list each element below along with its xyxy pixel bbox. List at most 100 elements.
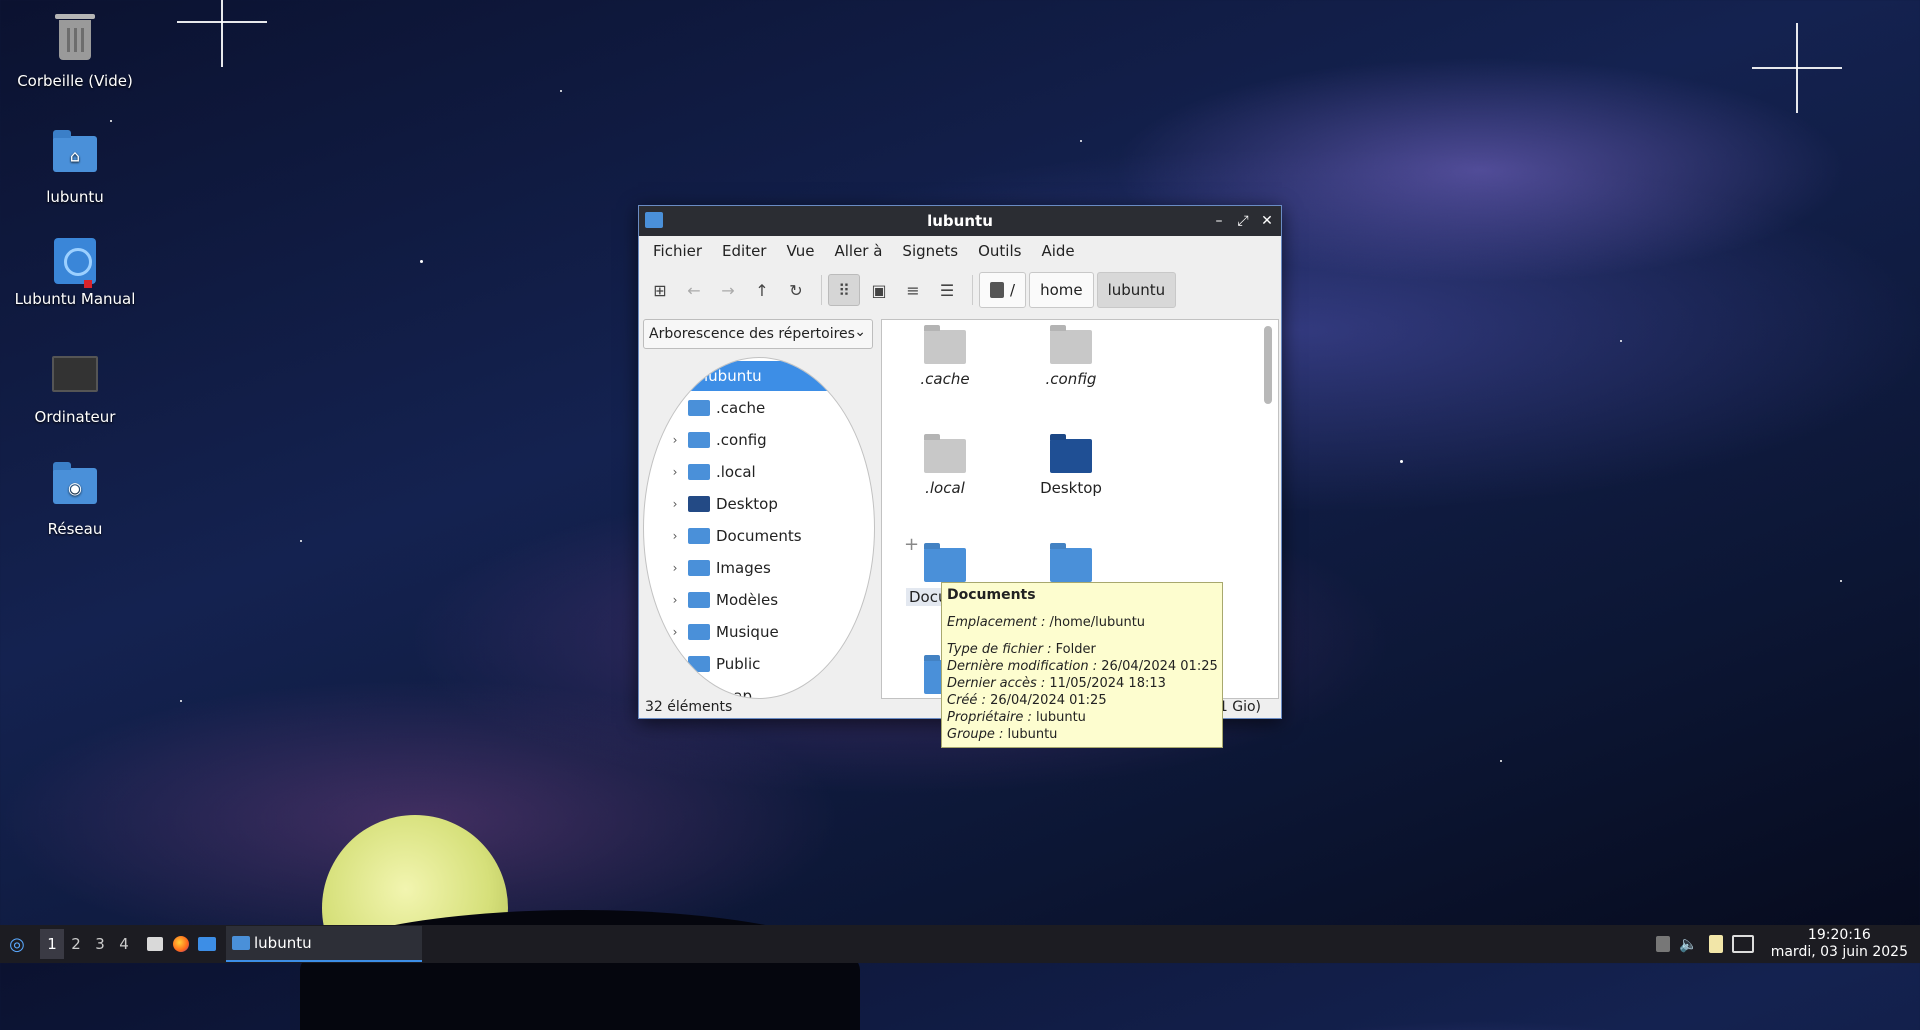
menu-editer[interactable]: Editer (712, 242, 776, 260)
taskbar: ◎ 1 2 3 4 lubuntu 🔈 19:20:16 mardi, 03 j… (0, 925, 1920, 963)
back-icon[interactable]: ← (679, 275, 709, 305)
workspace-4[interactable]: 4 (112, 929, 136, 959)
expand-icon[interactable]: › (668, 561, 682, 575)
tree-item-config[interactable]: › .config (644, 424, 874, 456)
tree-scrollbar[interactable] (864, 364, 870, 448)
expand-icon[interactable]: › (668, 401, 682, 415)
tree-item-musique[interactable]: › Musique (644, 616, 874, 648)
tree-item-desktop[interactable]: › Desktop (644, 488, 874, 520)
breadcrumb-lubuntu[interactable]: lubuntu (1096, 272, 1177, 308)
compact-view-icon[interactable]: ≡ (898, 275, 928, 305)
desktop-icon-label: Lubuntu Manual (14, 290, 136, 308)
network-icon[interactable] (1729, 929, 1757, 959)
desktop-folder-icon (1050, 439, 1092, 473)
tooltip-value: 11/05/2024 18:13 (1045, 676, 1166, 691)
expand-icon[interactable]: › (668, 625, 682, 639)
taskbar-window-button[interactable]: lubuntu (226, 926, 422, 962)
menu-vue[interactable]: Vue (776, 242, 824, 260)
expand-icon[interactable]: › (668, 593, 682, 607)
show-desktop-icon[interactable] (194, 929, 220, 959)
menu-signets[interactable]: Signets (892, 242, 968, 260)
file-item-config[interactable]: .config (1016, 330, 1126, 388)
breadcrumb-home[interactable]: home (1029, 272, 1094, 308)
tree-item-cache[interactable]: › .cache (644, 392, 874, 424)
menu-aller[interactable]: Aller à (824, 242, 892, 260)
tree-item-documents[interactable]: › Documents (644, 520, 874, 552)
desktop-icon-label: Réseau (47, 520, 103, 538)
tree-item-lubuntu[interactable]: ⌄ lubuntu (644, 360, 874, 392)
file-manager-launcher-icon[interactable] (142, 929, 168, 959)
volume-icon[interactable]: 🔈 (1675, 929, 1703, 959)
documents-folder-icon (688, 528, 710, 544)
tree-item-selected[interactable]: lubuntu (676, 361, 862, 391)
expand-icon[interactable]: › (668, 497, 682, 511)
tooltip-value: lubuntu (1003, 727, 1058, 742)
window-title: lubuntu (927, 212, 993, 230)
icon-view-icon[interactable]: ⠿ (828, 274, 860, 306)
tray-arrow-icon[interactable] (1651, 929, 1675, 959)
maximize-button[interactable]: ⤢ (1233, 210, 1253, 232)
file-item-desktop[interactable]: Desktop (1016, 439, 1126, 497)
forward-icon[interactable]: → (713, 275, 743, 305)
window-titlebar[interactable]: lubuntu – ⤢ ✕ (639, 206, 1281, 236)
file-tooltip: Documents Emplacement : /home/lubuntu Ty… (941, 582, 1223, 748)
folder-icon (1050, 330, 1092, 364)
breadcrumb-root[interactable]: / (979, 272, 1027, 308)
close-button[interactable]: ✕ (1257, 210, 1277, 232)
menu-aide[interactable]: Aide (1031, 242, 1084, 260)
collapse-icon[interactable]: ⌄ (644, 369, 658, 383)
expand-icon[interactable]: › (668, 465, 682, 479)
folder-icon (924, 439, 966, 473)
firefox-icon[interactable] (168, 929, 194, 959)
star (180, 700, 182, 702)
breadcrumb-label: / (1010, 281, 1016, 299)
free-space: 1 Gio) (1218, 699, 1261, 715)
star (420, 260, 423, 263)
reload-icon[interactable]: ↻ (781, 275, 811, 305)
file-item-local[interactable]: .local (890, 439, 1000, 497)
tree-item-images[interactable]: › Images (644, 552, 874, 584)
home-folder-icon (682, 369, 698, 383)
expand-icon[interactable]: › (668, 529, 682, 543)
tree-item-public[interactable]: › Public (644, 648, 874, 680)
tree-item-local[interactable]: › .local (644, 456, 874, 488)
tooltip-key: Dernier accès : (947, 676, 1046, 691)
desktop-icon-computer[interactable]: Ordinateur (5, 350, 145, 426)
workspace-3[interactable]: 3 (88, 929, 112, 959)
workspace-1[interactable]: 1 (40, 929, 64, 959)
chevron-down-icon: ⌄ (854, 324, 866, 340)
music-folder-icon (688, 624, 710, 640)
star (1500, 760, 1502, 762)
manual-book-icon (51, 238, 99, 288)
clock[interactable]: 19:20:16 mardi, 03 juin 2025 (1771, 927, 1908, 961)
thumbnail-view-icon[interactable]: ▣ (864, 275, 894, 305)
tree-item-label: .config (716, 431, 767, 449)
side-panel-selector[interactable]: Arborescence des répertoires ⌄ (643, 319, 873, 349)
tree-item-label: .local (716, 463, 756, 481)
star (1400, 460, 1403, 463)
lubuntu-menu-icon[interactable]: ◎ (2, 929, 32, 959)
menu-outils[interactable]: Outils (968, 242, 1031, 260)
file-item-cache[interactable]: .cache (890, 330, 1000, 388)
expand-icon[interactable]: › (668, 657, 682, 671)
detail-view-icon[interactable]: ☰ (932, 275, 962, 305)
file-item-label: .local (925, 479, 965, 497)
desktop-icon-manual[interactable]: Lubuntu Manual (5, 238, 145, 308)
expand-icon[interactable]: › (668, 433, 682, 447)
star (560, 90, 562, 92)
desktop-icon-network[interactable]: ◉ Réseau (5, 462, 145, 538)
star (1620, 340, 1622, 342)
menu-fichier[interactable]: Fichier (643, 242, 712, 260)
folder-icon (688, 464, 710, 480)
desktop-icon-home[interactable]: ⌂ lubuntu (5, 130, 145, 206)
tree-item-label: Public (716, 655, 761, 673)
clipboard-icon[interactable] (1703, 929, 1729, 959)
new-tab-icon[interactable]: ⊞ (645, 275, 675, 305)
tree-item-modeles[interactable]: › Modèles (644, 584, 874, 616)
up-icon[interactable]: ↑ (747, 275, 777, 305)
side-panel: Arborescence des répertoires ⌄ ⌄ lubuntu… (643, 319, 875, 699)
workspace-2[interactable]: 2 (64, 929, 88, 959)
desktop-icon-trash[interactable]: Corbeille (Vide) (5, 14, 145, 90)
file-view-scrollbar[interactable] (1264, 326, 1272, 404)
minimize-button[interactable]: – (1209, 210, 1229, 232)
